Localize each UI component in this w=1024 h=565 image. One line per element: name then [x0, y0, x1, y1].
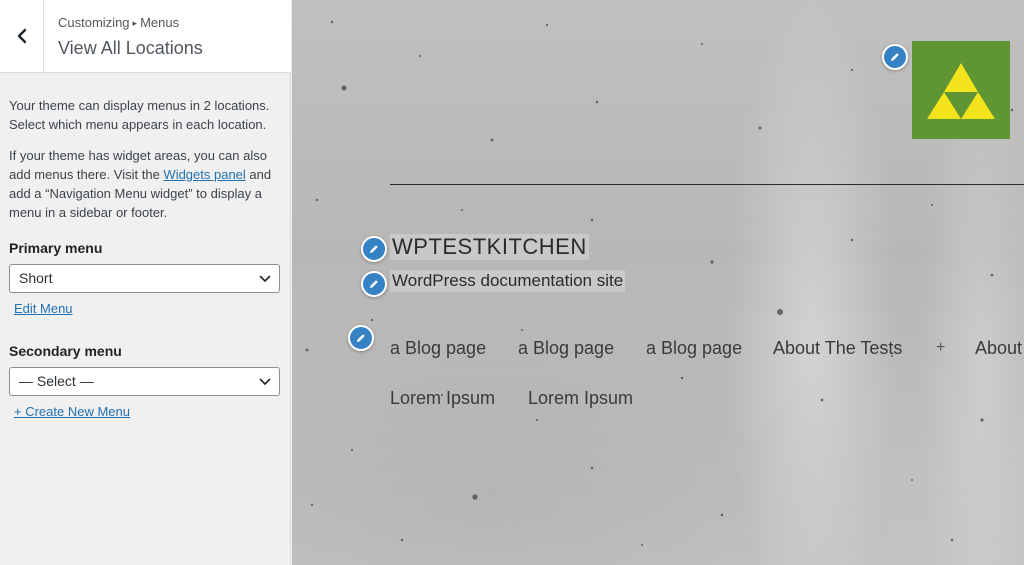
- pencil-icon: [357, 334, 365, 342]
- nav-item[interactable]: Lorem Ipsum: [390, 388, 495, 409]
- secondary-menu-label: Secondary menu: [9, 343, 122, 359]
- nav-item[interactable]: a Blog page: [390, 338, 486, 359]
- edit-menu-link[interactable]: Edit Menu: [14, 299, 73, 318]
- site-preview: WPTESTKITCHEN WordPress documentation si…: [292, 0, 1024, 565]
- breadcrumb: Customizing ▸ Menus: [58, 15, 179, 30]
- nav-item[interactable]: a Blog page: [518, 338, 614, 359]
- nav-item[interactable]: About: [975, 338, 1022, 359]
- nav-item[interactable]: Lorem Ipsum: [528, 388, 633, 409]
- breadcrumb-separator: ▸: [132, 18, 138, 28]
- logo-edit-button[interactable]: [882, 44, 908, 70]
- primary-menu-select[interactable]: Short: [9, 264, 280, 293]
- chevron-down-icon: [259, 378, 271, 385]
- pencil-icon: [370, 245, 378, 253]
- widgets-note: If your theme has widget areas, you can …: [9, 146, 281, 222]
- triforce-icon: [927, 63, 995, 119]
- site-title[interactable]: WPTESTKITCHEN: [390, 234, 589, 260]
- widgets-panel-link[interactable]: Widgets panel: [163, 167, 245, 182]
- breadcrumb-parent: Customizing: [58, 15, 130, 30]
- submenu-toggle[interactable]: +: [936, 339, 945, 357]
- panel-content: Your theme can display menus in 2 locati…: [9, 96, 281, 421]
- primary-menu-label: Primary menu: [9, 240, 103, 256]
- menu-edit-button[interactable]: [348, 325, 374, 351]
- chevron-down-icon: [259, 275, 271, 282]
- tagline-edit-button[interactable]: [361, 271, 387, 297]
- panel-header: Customizing ▸ Menus View All Locations: [0, 0, 291, 73]
- pencil-icon: [891, 53, 899, 61]
- nav-item[interactable]: About The Tests: [773, 338, 902, 359]
- site-tagline: WordPress documentation site: [390, 270, 626, 292]
- primary-menu-selected: Short: [19, 270, 53, 286]
- panel-title: View All Locations: [58, 38, 203, 58]
- pencil-icon: [370, 280, 378, 288]
- breadcrumb-current: Menus: [140, 15, 180, 30]
- intro-text: Your theme can display menus in 2 locati…: [9, 98, 270, 132]
- header-divider: [390, 184, 1024, 185]
- nav-item[interactable]: a Blog page: [646, 338, 742, 359]
- chevron-left-icon: [17, 28, 26, 44]
- secondary-menu-selected: — Select —: [19, 373, 94, 389]
- site-logo[interactable]: [912, 41, 1010, 139]
- secondary-menu-select[interactable]: — Select —: [9, 367, 280, 396]
- customizer-sidebar: Customizing ▸ Menus View All Locations You…: [0, 0, 291, 565]
- create-new-menu-link[interactable]: + Create New Menu: [14, 402, 130, 421]
- back-button[interactable]: [0, 0, 44, 72]
- site-title-edit-button[interactable]: [361, 236, 387, 262]
